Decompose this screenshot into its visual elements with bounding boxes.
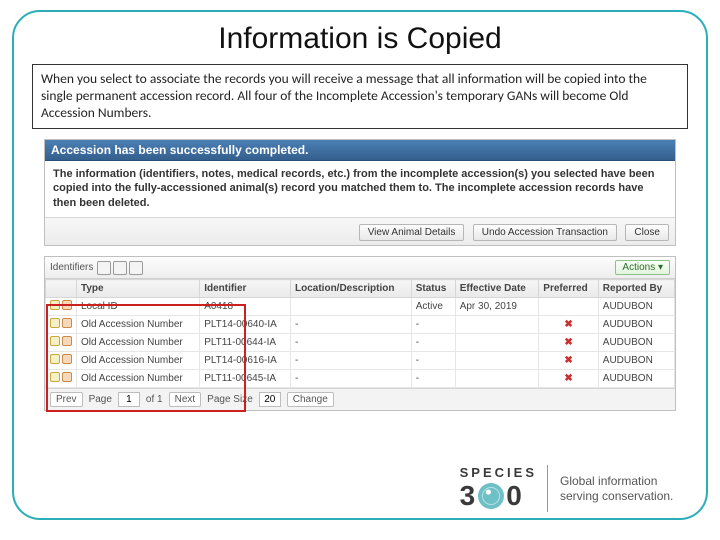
cell-identifier: PLT14-00616-IA	[200, 352, 291, 370]
cell-date	[455, 352, 539, 370]
view-animal-details-button[interactable]: View Animal Details	[359, 224, 465, 241]
cell-preferred	[539, 298, 598, 316]
pager-size-input[interactable]	[259, 392, 281, 407]
globe-icon	[478, 483, 504, 509]
cell-date: Apr 30, 2019	[455, 298, 539, 316]
close-button[interactable]: Close	[625, 224, 669, 241]
footer: SPECIES 3 0 Global information serving c…	[460, 465, 690, 512]
screenshot-dialog: Accession has been successfully complete…	[44, 139, 676, 247]
tag-icon	[62, 336, 72, 346]
pager-of-label: of 1	[146, 394, 163, 405]
table-row[interactable]: Old Accession Number PLT14-00616-IA - - …	[46, 352, 675, 370]
col-identifier: Identifier	[200, 280, 291, 298]
table-row[interactable]: Old Accession Number PLT11-00645-IA - - …	[46, 370, 675, 388]
edit-icon[interactable]	[50, 336, 60, 346]
tag-icon	[62, 354, 72, 364]
pager-page-input[interactable]	[118, 392, 140, 407]
col-preferred: Preferred	[539, 280, 598, 298]
pager-prev-button[interactable]: Prev	[50, 392, 83, 407]
row-actions[interactable]	[46, 370, 77, 388]
tag-icon	[62, 300, 72, 310]
cell-reported: AUDUBON	[598, 298, 674, 316]
intro-text: When you select to associate the records…	[32, 64, 688, 129]
cell-type: Local ID	[77, 298, 200, 316]
cell-identifier: PLT11-00645-IA	[200, 370, 291, 388]
dialog-message: The information (identifiers, notes, med…	[45, 161, 675, 218]
slide-title: Information is Copied	[26, 22, 694, 56]
edit-icon[interactable]	[50, 318, 60, 328]
pager-next-button[interactable]: Next	[169, 392, 202, 407]
cell-status: Active	[411, 298, 455, 316]
cell-preferred: ✖	[539, 370, 598, 388]
cell-status: -	[411, 370, 455, 388]
cell-status: -	[411, 316, 455, 334]
table-row[interactable]: Old Accession Number PLT14-00640-IA - - …	[46, 316, 675, 334]
cell-reported: AUDUBON	[598, 334, 674, 352]
logo-word: SPECIES	[460, 465, 537, 480]
edit-icon[interactable]	[50, 300, 60, 310]
cell-location: -	[291, 352, 412, 370]
cell-date	[455, 370, 539, 388]
cell-identifier: PLT14-00640-IA	[200, 316, 291, 334]
cell-status: -	[411, 352, 455, 370]
dialog-banner: Accession has been successfully complete…	[45, 140, 675, 161]
col-reported-by: Reported By	[598, 280, 674, 298]
cell-type: Old Accession Number	[77, 370, 200, 388]
dialog-button-row: View Animal Details Undo Accession Trans…	[45, 217, 675, 245]
edit-icon[interactable]	[50, 372, 60, 382]
col-location: Location/Description	[291, 280, 412, 298]
cell-location: -	[291, 370, 412, 388]
screenshot-identifiers-grid: Identifiers Actions ▾ Type Identifier Lo…	[44, 256, 676, 411]
cell-preferred: ✖	[539, 316, 598, 334]
cell-type: Old Accession Number	[77, 316, 200, 334]
undo-accession-button[interactable]: Undo Accession Transaction	[473, 224, 617, 241]
pager-size-label: Page Size	[207, 394, 253, 405]
cell-date	[455, 334, 539, 352]
col-effective-date: Effective Date	[455, 280, 539, 298]
cell-preferred: ✖	[539, 352, 598, 370]
cell-location: -	[291, 334, 412, 352]
footer-tagline: Global information serving conservation.	[560, 474, 690, 503]
table-row[interactable]: Local ID A0418 Active Apr 30, 2019 AUDUB…	[46, 298, 675, 316]
cell-identifier: PLT11-00644-IA	[200, 334, 291, 352]
panel-header-icons	[97, 261, 143, 275]
logo-number: 3 0	[460, 480, 523, 512]
cell-preferred: ✖	[539, 334, 598, 352]
add-icon[interactable]	[97, 261, 111, 275]
row-actions[interactable]	[46, 352, 77, 370]
pager-page-label: Page	[89, 394, 112, 405]
pager-change-button[interactable]: Change	[287, 392, 334, 407]
species360-logo: SPECIES 3 0	[460, 465, 548, 512]
col-type: Type	[77, 280, 200, 298]
export-icon[interactable]	[129, 261, 143, 275]
cell-type: Old Accession Number	[77, 334, 200, 352]
cell-reported: AUDUBON	[598, 352, 674, 370]
col-blank	[46, 280, 77, 298]
grid-icon[interactable]	[113, 261, 127, 275]
cell-identifier: A0418	[200, 298, 291, 316]
row-actions[interactable]	[46, 316, 77, 334]
col-status: Status	[411, 280, 455, 298]
panel-header: Identifiers Actions ▾	[45, 257, 675, 279]
row-actions[interactable]	[46, 334, 77, 352]
cell-status: -	[411, 334, 455, 352]
actions-dropdown[interactable]: Actions ▾	[615, 260, 670, 275]
cell-location: -	[291, 316, 412, 334]
cell-type: Old Accession Number	[77, 352, 200, 370]
pager: Prev Page of 1 Next Page Size Change	[45, 388, 675, 410]
cell-location	[291, 298, 412, 316]
identifiers-table: Type Identifier Location/Description Sta…	[45, 279, 675, 388]
row-actions[interactable]	[46, 298, 77, 316]
tag-icon	[62, 372, 72, 382]
edit-icon[interactable]	[50, 354, 60, 364]
table-row[interactable]: Old Accession Number PLT11-00644-IA - - …	[46, 334, 675, 352]
cell-reported: AUDUBON	[598, 370, 674, 388]
tag-icon	[62, 318, 72, 328]
panel-title: Identifiers	[50, 262, 93, 273]
cell-reported: AUDUBON	[598, 316, 674, 334]
slide-frame: Information is Copied When you select to…	[12, 10, 708, 520]
cell-date	[455, 316, 539, 334]
